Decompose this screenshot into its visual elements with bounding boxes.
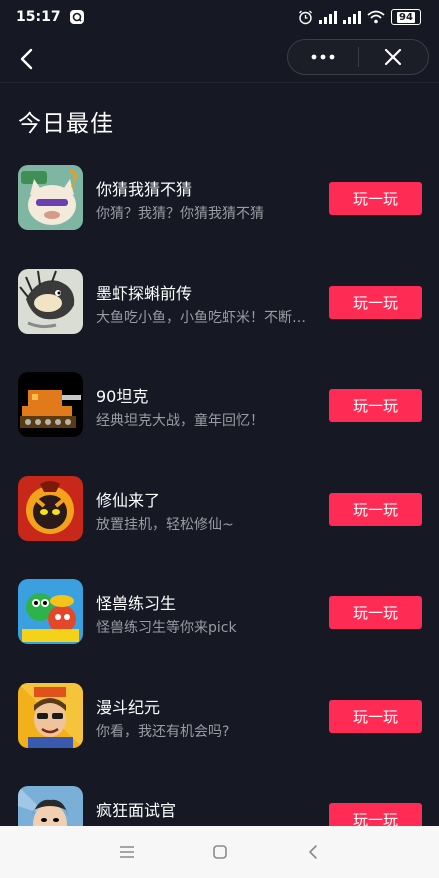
game-name: 墨虾探蝌前传 bbox=[96, 283, 193, 303]
menu-button[interactable] bbox=[112, 837, 142, 867]
play-button[interactable]: 玩一玩 bbox=[329, 285, 422, 319]
cartoon-hero-icon[interactable] bbox=[18, 682, 83, 748]
game-name: 怪兽练习生 bbox=[96, 594, 177, 613]
game-item[interactable]: 怪兽练习生 怪兽练习生等你来pick 玩一玩 bbox=[0, 570, 439, 674]
game-item[interactable]: 疯狂面试官 玩一玩 bbox=[0, 777, 439, 826]
game-desc: 经典坦克大战，童年回忆！ bbox=[96, 413, 264, 429]
status-left: 15:17 bbox=[16, 9, 85, 25]
game-desc: 你猜？我猜？你猜我猜不猜 bbox=[96, 206, 264, 222]
more-dots-icon bbox=[311, 54, 335, 60]
interviewer-icon[interactable] bbox=[18, 786, 83, 826]
close-icon bbox=[385, 48, 402, 66]
game-desc: 你看，我还有机会吗? bbox=[96, 723, 230, 740]
game-desc: 放置挂机，轻松修仙~ bbox=[96, 516, 234, 533]
play-button[interactable]: 玩一玩 bbox=[329, 182, 422, 215]
game-item[interactable]: 90坦克 经典坦克大战，童年回忆！ 玩一玩 bbox=[0, 363, 439, 467]
signal-icon bbox=[343, 10, 361, 24]
cultivation-icon[interactable] bbox=[18, 475, 83, 541]
close-button[interactable] bbox=[359, 40, 429, 74]
game-name: 90坦克 bbox=[96, 387, 149, 406]
ink-shrimp-icon[interactable] bbox=[18, 268, 83, 334]
game-item[interactable]: 你猜我猜不猜 你猜？我猜？你猜我猜不猜 玩一玩 bbox=[0, 156, 439, 260]
alarm-icon bbox=[298, 10, 313, 25]
system-nav-bar bbox=[0, 826, 439, 878]
game-name: 修仙来了 bbox=[96, 490, 161, 510]
game-name: 漫斗纪元 bbox=[96, 697, 161, 717]
game-desc: 怪兽练习生等你来pick bbox=[96, 620, 237, 636]
play-button[interactable]: 玩一玩 bbox=[329, 803, 422, 826]
wifi-icon bbox=[367, 10, 385, 24]
game-desc: 大鱼吃小鱼，小鱼吃虾米！不断成长 bbox=[96, 309, 318, 326]
battery-level: 94 bbox=[397, 11, 415, 23]
back-button[interactable] bbox=[14, 46, 40, 72]
mini-program-capsule bbox=[287, 39, 429, 75]
play-button[interactable]: 玩一玩 bbox=[329, 492, 422, 526]
battery-icon: 94 bbox=[391, 9, 421, 25]
system-back-button[interactable] bbox=[298, 837, 328, 867]
game-item[interactable]: 修仙来了 放置挂机，轻松修仙~ 玩一玩 bbox=[0, 467, 439, 571]
play-button[interactable]: 玩一玩 bbox=[329, 596, 422, 629]
status-time: 15:17 bbox=[16, 9, 61, 25]
game-item[interactable]: 漫斗纪元 你看，我还有机会吗? 玩一玩 bbox=[0, 674, 439, 778]
status-right: 94 bbox=[298, 9, 421, 25]
tank-icon[interactable] bbox=[18, 372, 83, 437]
game-name: 疯狂面试官 bbox=[96, 801, 177, 820]
back-chevron-icon bbox=[308, 845, 317, 859]
more-button[interactable] bbox=[288, 40, 358, 74]
nav-bar bbox=[0, 34, 439, 83]
menu-icon bbox=[119, 846, 134, 858]
game-list: 你猜我猜不猜 你猜？我猜？你猜我猜不猜 玩一玩 墨虾探蝌前传 大鱼吃小鱼，小鱼吃… bbox=[0, 156, 439, 826]
monster-icon[interactable] bbox=[18, 579, 83, 644]
message-app-icon bbox=[69, 9, 85, 25]
game-item[interactable]: 墨虾探蝌前传 大鱼吃小鱼，小鱼吃虾米！不断成长 玩一玩 bbox=[0, 260, 439, 364]
signal-icon bbox=[319, 10, 337, 24]
game-name: 你猜我猜不猜 bbox=[96, 180, 193, 199]
status-bar: 15:17 94 bbox=[0, 0, 439, 34]
page-title: 今日最佳 bbox=[18, 111, 114, 137]
cat-meme-icon[interactable] bbox=[18, 165, 83, 230]
play-button[interactable]: 玩一玩 bbox=[329, 699, 422, 733]
back-arrow-icon bbox=[20, 48, 33, 70]
home-square-icon bbox=[212, 845, 227, 859]
home-button[interactable] bbox=[205, 837, 235, 867]
play-button[interactable]: 玩一玩 bbox=[329, 389, 422, 422]
